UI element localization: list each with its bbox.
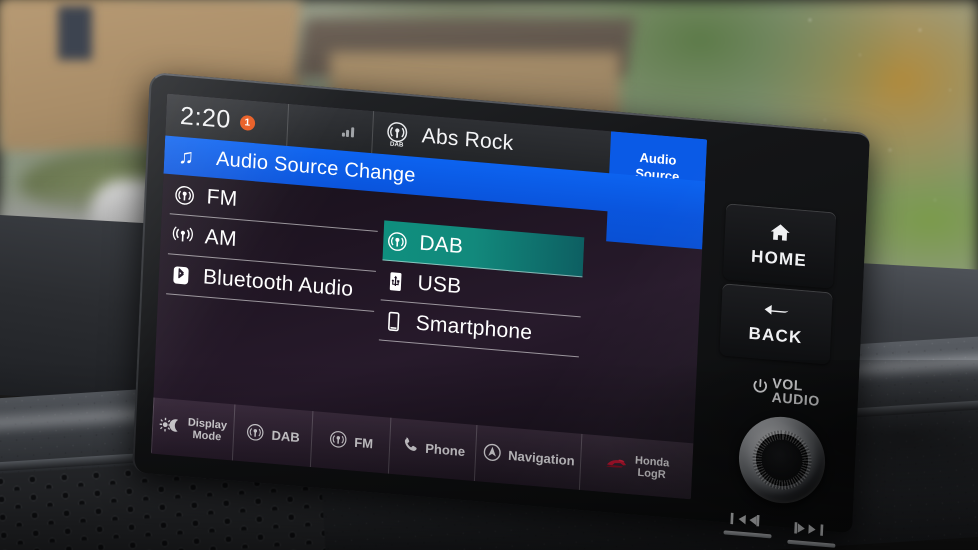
back-button-label: BACK xyxy=(748,323,803,347)
signal-bars-icon xyxy=(341,122,355,138)
antenna-icon xyxy=(168,223,197,247)
menu-item-label: Bluetooth Audio xyxy=(202,264,354,301)
radio-broadcast-icon xyxy=(170,183,199,207)
status-divider xyxy=(285,103,289,146)
usb-icon xyxy=(381,269,410,293)
menu-item-label: FM xyxy=(206,184,238,211)
back-arrow-icon xyxy=(762,301,791,324)
smartphone-icon xyxy=(379,309,408,333)
menu-item-label: AM xyxy=(204,224,238,251)
menu-item-label: DAB xyxy=(418,230,464,258)
house-icon xyxy=(769,222,792,248)
home-button-label: HOME xyxy=(750,246,808,271)
menu-item-label: Smartphone xyxy=(415,310,533,344)
notification-badge[interactable]: 1 xyxy=(239,114,256,132)
radio-broadcast-icon xyxy=(383,229,412,253)
svg-text:DAB: DAB xyxy=(389,141,403,149)
car-infotainment-photo: 2:20 1 DAB Abs Rock Audio Source ♫ Audio… xyxy=(0,0,978,550)
clock: 2:20 xyxy=(179,101,232,134)
back-button[interactable]: BACK xyxy=(719,283,833,365)
status-divider xyxy=(370,111,374,154)
menu-item-label: USB xyxy=(417,270,462,298)
background-building-window xyxy=(58,6,92,60)
menu-column-right: DAB USB Smartphone xyxy=(378,220,585,358)
home-button[interactable]: HOME xyxy=(722,203,837,289)
bluetooth-icon xyxy=(167,263,196,287)
menu-column-left: FM AM Bluetooth Audio xyxy=(166,174,380,312)
music-note-icon: ♫ xyxy=(177,144,195,169)
dab-broadcast-icon: DAB xyxy=(384,120,409,148)
station-name: Abs Rock xyxy=(421,124,514,156)
photo-shadow-right xyxy=(600,360,978,550)
